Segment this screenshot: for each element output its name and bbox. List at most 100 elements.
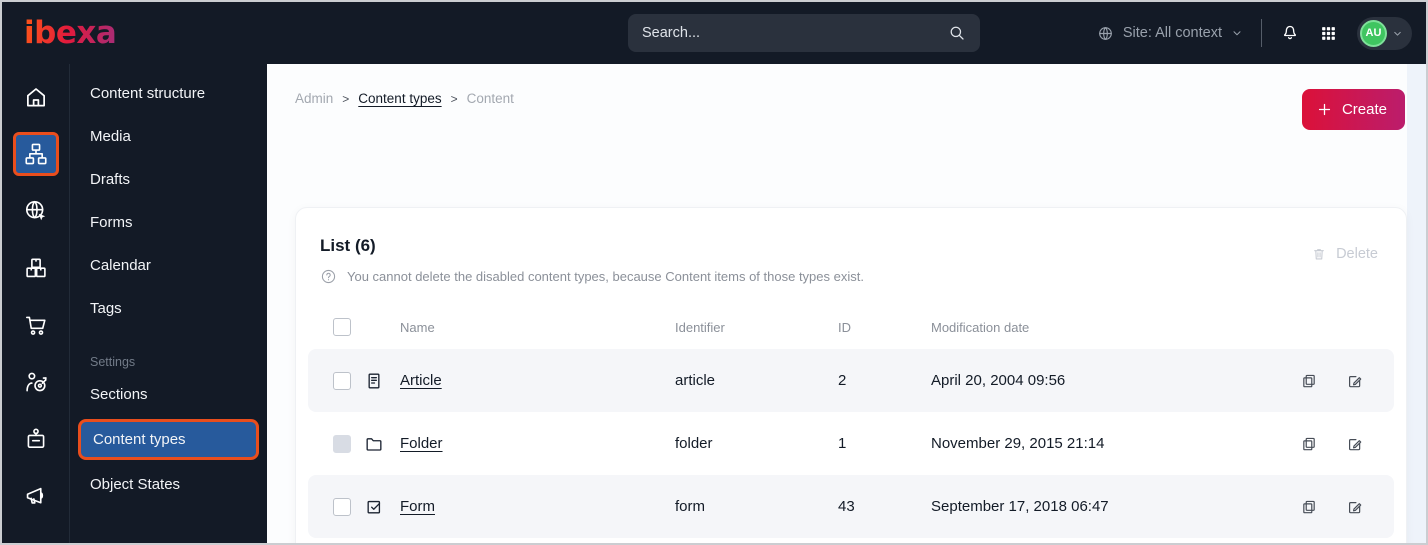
edit-icon [1346,372,1364,390]
edit-icon [1346,435,1364,453]
rail-item-products[interactable] [2,239,69,296]
sidebar-item-media[interactable]: Media [70,115,267,158]
rail-item-content-active[interactable] [2,125,69,182]
notifications-bell-button[interactable] [1280,23,1300,43]
column-header-id: ID [838,319,851,335]
delete-button-label: Delete [1336,246,1378,262]
edit-button[interactable] [1332,494,1378,520]
content-type-link[interactable]: Article [400,372,442,389]
copy-button[interactable] [1286,368,1332,394]
ibexa-logo[interactable]: ibexa [24,15,117,51]
edit-button[interactable] [1332,431,1378,457]
list-title: List (6) [320,236,376,255]
delete-button[interactable]: Delete [1311,246,1378,262]
sidebar-item-label: Forms [90,214,133,231]
sidebar-item-label: Content types [93,431,186,448]
sidebar-menu: Content structure Media Drafts Forms Cal… [69,64,267,543]
edit-icon [1346,498,1364,516]
edit-button[interactable] [1332,368,1378,394]
rail-item-commerce[interactable] [2,296,69,353]
topbar: ibexa Site: All context [2,2,1426,64]
global-search[interactable] [628,14,980,52]
trash-icon [1311,246,1327,262]
cell-id: 43 [838,498,855,515]
breadcrumb-separator: > [342,91,350,106]
site-context-selector[interactable]: Site: All context [1097,25,1243,42]
sidebar-item-calendar[interactable]: Calendar [70,244,267,287]
list-info: You cannot delete the disabled content t… [320,268,1378,285]
cell-id: 2 [838,372,847,389]
cell-modification-date: April 20, 2004 09:56 [931,372,1066,389]
cell-identifier: form [675,498,705,515]
cell-identifier: folder [675,435,713,452]
sidebar-item-label: Drafts [90,171,131,188]
table-row: Folder folder 1 November 29, 2015 21:14 [308,412,1394,475]
site-globe-icon [23,198,49,224]
rail-item-dashboard[interactable] [2,68,69,125]
rail-item-personalization[interactable] [2,353,69,410]
breadcrumb-item-content: Content [466,91,514,106]
grid-icon [1320,25,1337,42]
ibexa-admin-screen: ibexa Site: All context [0,0,1428,545]
settings-section-label: Settings [90,355,136,369]
scrollbar-track[interactable] [1407,64,1426,543]
sidebar-item-drafts[interactable]: Drafts [70,158,267,201]
row-checkbox[interactable] [333,371,351,390]
user-menu[interactable]: AU [1357,16,1412,50]
bell-icon [1280,23,1300,43]
content-tree-icon [23,141,49,167]
site-selector-label: Site: All context [1122,25,1222,41]
app-grid-button[interactable] [1320,25,1337,42]
table-row: Article article 2 April 20, 2004 09:56 [308,349,1394,412]
plus-icon [1316,101,1333,118]
content-types-list-card: List (6) You cannot delete the disabled … [295,207,1407,543]
sidebar-item-forms[interactable]: Forms [70,201,267,244]
search-input[interactable] [642,25,948,41]
rail-item-corporate[interactable] [2,410,69,467]
copy-button[interactable] [1286,431,1332,457]
sidebar-item-object-states[interactable]: Object States [70,463,267,506]
rail-item-promotions[interactable] [2,467,69,524]
sidebar-item-label: Calendar [90,257,151,274]
cell-modification-date: September 17, 2018 06:47 [931,498,1109,515]
sidebar-item-label: Sections [90,386,148,403]
promotions-megaphone-icon [23,483,49,509]
main-content: Admin > Content types > Content Create C… [267,64,1426,543]
column-header-modification-date: Modification date [931,319,1030,335]
table-header-row: Name Identifier ID Modification date [308,305,1394,349]
topbar-right-cluster: Site: All context AU [1097,2,1412,64]
create-button-label: Create [1341,101,1387,118]
sidebar-item-content-types-active[interactable]: Content types [78,419,259,460]
column-header-name: Name [400,319,435,335]
table-row: Form form 43 September 17, 2018 06:47 [308,475,1394,538]
content-type-link[interactable]: Form [400,498,435,515]
copy-icon [1300,498,1318,516]
products-boxes-icon [23,255,49,281]
sidebar-item-content-structure[interactable]: Content structure [70,72,267,115]
topbar-divider [1261,19,1262,47]
copy-button[interactable] [1286,494,1332,520]
cell-id: 1 [838,435,847,452]
form-checkbox-icon [364,497,400,517]
avatar: AU [1360,19,1387,47]
column-header-identifier: Identifier [675,319,725,335]
breadcrumb-item-admin: Admin [295,91,334,106]
search-icon[interactable] [948,24,966,42]
icon-rail [2,64,69,543]
breadcrumb-link-content-types[interactable]: Content types [358,91,441,106]
rail-item-site[interactable] [2,182,69,239]
chevron-down-icon [1392,28,1403,39]
cell-modification-date: November 29, 2015 21:14 [931,435,1105,452]
copy-icon [1300,372,1318,390]
sidebar-item-tags[interactable]: Tags [70,287,267,330]
content-type-link[interactable]: Folder [400,435,443,452]
select-all-checkbox[interactable] [333,318,351,336]
row-checkbox[interactable] [333,497,351,516]
row-checkbox-disabled [333,434,351,453]
sidebar-item-label: Media [90,128,131,145]
sidebar-item-label: Content structure [90,85,206,102]
sidebar-item-sections[interactable]: Sections [70,373,267,416]
create-button[interactable]: Create [1301,89,1405,130]
breadcrumb-separator: > [450,91,458,106]
commerce-cart-icon [23,312,49,338]
